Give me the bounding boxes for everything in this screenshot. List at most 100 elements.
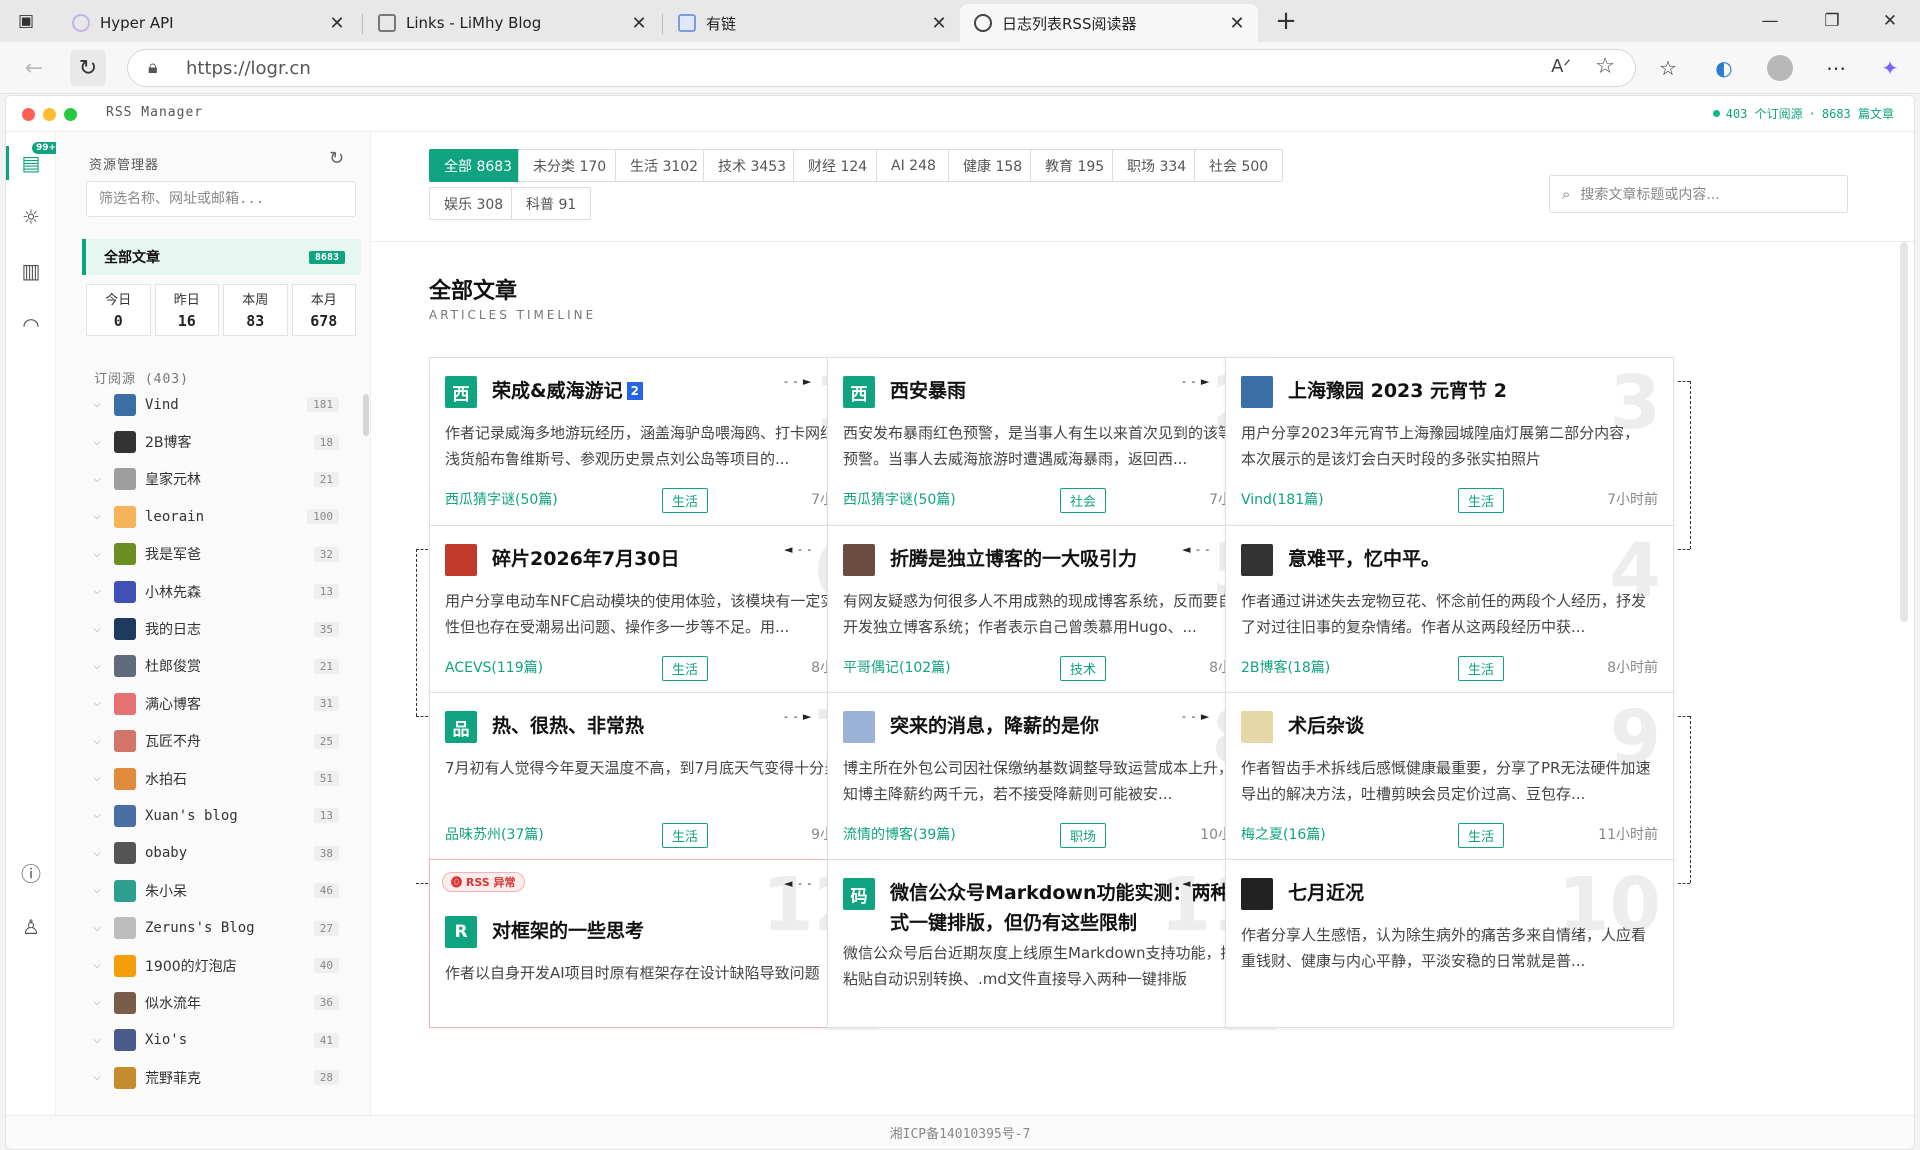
edge-icon[interactable]: ◐ <box>1708 52 1740 84</box>
category-tab[interactable]: AI 248 <box>876 149 951 182</box>
category-tab[interactable]: 未分类 170 <box>518 149 622 182</box>
category-tab[interactable]: 娱乐 308 <box>429 187 519 220</box>
feed-item[interactable]: ⌵ 我是军爸 32 <box>86 536 341 573</box>
close-tab-icon[interactable]: ✕ <box>930 13 948 34</box>
feed-item[interactable]: ⌵ 皇家元林 21 <box>86 461 341 498</box>
minimize-dot[interactable] <box>43 108 56 121</box>
chevron-down-icon[interactable]: ⌵ <box>86 736 108 747</box>
chevron-down-icon[interactable]: ⌵ <box>86 698 108 709</box>
category-tab[interactable]: 财经 124 <box>793 149 883 182</box>
filter-input[interactable] <box>86 181 356 217</box>
article-source[interactable]: 流情的博客(39篇) <box>843 824 956 844</box>
feed-item[interactable]: ⌵ 1900的灯泡店 40 <box>86 947 341 984</box>
feed-item[interactable]: ⌵ 荒野菲克 28 <box>86 1059 341 1096</box>
chevron-down-icon[interactable]: ⌵ <box>86 997 108 1008</box>
article-title[interactable]: 意难平，忆中平。 <box>1288 544 1653 574</box>
category-tab[interactable]: 职场 334 <box>1112 149 1202 182</box>
reload-icon[interactable]: ↻ <box>70 50 106 86</box>
article-title[interactable]: 上海豫园 2023 元宵节 2 <box>1288 376 1653 406</box>
chevron-down-icon[interactable]: ⌵ <box>86 624 108 635</box>
article-tag[interactable]: 职场 <box>1060 823 1107 848</box>
close-tab-icon[interactable]: ✕ <box>328 13 346 34</box>
chevron-down-icon[interactable]: ⌵ <box>86 885 108 896</box>
sidebar-toggle-icon[interactable]: ▣ <box>0 0 52 42</box>
feed-item[interactable]: ⌵ 瓦匠不舟 25 <box>86 723 341 760</box>
tab-links-limhy[interactable]: Links - LiMhy Blog ✕ <box>364 4 660 42</box>
article-tag[interactable]: 生活 <box>662 823 709 848</box>
stat-yesterday[interactable]: 昨日 16 <box>154 284 219 336</box>
article-tag[interactable]: 生活 <box>662 656 709 681</box>
back-icon[interactable]: ← <box>16 50 52 86</box>
chevron-down-icon[interactable]: ⌵ <box>86 511 108 522</box>
article-title[interactable]: 术后杂谈 <box>1288 711 1653 741</box>
address-bar[interactable]: 🔒︎ https://logr.cn Aᐟ ☆ <box>127 49 1636 87</box>
stat-week[interactable]: 本周 83 <box>223 284 288 336</box>
article-source[interactable]: 2B博客(18篇) <box>1241 657 1330 677</box>
read-aloud-icon[interactable]: Aᐟ <box>1551 56 1571 77</box>
article-source[interactable]: 梅之夏(16篇) <box>1241 824 1326 844</box>
category-tab[interactable]: 教育 195 <box>1030 149 1120 182</box>
feed-item[interactable]: ⌵ leorain 100 <box>86 498 341 535</box>
refresh-icon[interactable]: ↻ <box>329 148 344 169</box>
article-card[interactable]: 10 七月近况 作者分享人生感悟，认为除生病外的痛苦多来自情绪，人应看重钱财、健康与… <box>1225 859 1674 1028</box>
close-tab-icon[interactable]: ✕ <box>630 13 648 34</box>
article-card[interactable]: 4 意难平，忆中平。 作者通过讲述失去宠物豆花、怀念前任的两段个人经历，抒发了对过往… <box>1225 525 1674 694</box>
feed-item[interactable]: ⌵ 我的日志 35 <box>86 610 341 647</box>
article-title[interactable]: 对框架的一些思考 <box>492 916 857 946</box>
zoom-dot[interactable] <box>64 108 77 121</box>
chevron-down-icon[interactable]: ⌵ <box>86 810 108 821</box>
search-input[interactable]: ⌕ 搜索文章标题或内容... <box>1549 175 1848 213</box>
feed-item[interactable]: ⌵ 小林先森 13 <box>86 573 341 610</box>
maximize-icon[interactable]: ❐ <box>1802 0 1862 42</box>
article-title[interactable]: 七月近况 <box>1288 878 1653 908</box>
sun-icon[interactable]: ☼ <box>16 202 46 232</box>
new-tab-button[interactable]: + <box>1258 0 1314 42</box>
chevron-down-icon[interactable]: ⌵ <box>86 586 108 597</box>
article-source[interactable]: 西瓜猜字谜(50篇) <box>843 489 956 509</box>
article-source[interactable]: 品味苏州(37篇) <box>445 824 544 844</box>
rss-icon[interactable]: ◠ <box>16 310 46 340</box>
tab-hyper-api[interactable]: Hyper API ✕ <box>58 4 358 42</box>
category-tab[interactable]: 健康 158 <box>948 149 1038 182</box>
category-tab[interactable]: 社会 500 <box>1194 149 1284 182</box>
feed-item[interactable]: ⌵ Xio's 41 <box>86 1022 341 1059</box>
feed-item[interactable]: ⌵ Xuan's blog 13 <box>86 797 341 834</box>
chevron-down-icon[interactable]: ⌵ <box>86 1072 108 1083</box>
feed-item[interactable]: ⌵ Vind 181 <box>86 386 341 423</box>
article-source[interactable]: Vind(181篇) <box>1241 489 1324 509</box>
feed-item[interactable]: ⌵ 朱小呆 46 <box>86 872 341 909</box>
main-scrollbar[interactable] <box>1900 242 1908 622</box>
chevron-down-icon[interactable]: ⌵ <box>86 399 108 410</box>
close-window-icon[interactable]: ✕ <box>1860 0 1920 42</box>
article-tag[interactable]: 生活 <box>1458 488 1505 513</box>
stat-today[interactable]: 今日 0 <box>86 284 151 336</box>
category-tab[interactable]: 技术 3453 <box>703 149 802 182</box>
article-tag[interactable]: 生活 <box>1458 656 1505 681</box>
close-tab-icon[interactable]: ✕ <box>1228 13 1246 34</box>
category-tab[interactable]: 科普 91 <box>511 187 592 220</box>
chevron-down-icon[interactable]: ⌵ <box>86 474 108 485</box>
info-icon[interactable]: ⓘ <box>16 857 46 887</box>
chevron-down-icon[interactable]: ⌵ <box>86 848 108 859</box>
article-source[interactable]: ACEVS(119篇) <box>445 657 543 677</box>
chevron-down-icon[interactable]: ⌵ <box>86 1035 108 1046</box>
article-tag[interactable]: 生活 <box>1458 823 1505 848</box>
feed-item[interactable]: ⌵ 杜郎俊赏 21 <box>86 648 341 685</box>
copilot-icon[interactable]: ✦ <box>1874 52 1906 84</box>
minimize-icon[interactable]: — <box>1740 0 1800 42</box>
article-tag[interactable]: 生活 <box>662 488 709 513</box>
article-card[interactable]: 9 术后杂谈 作者智齿手术拆线后感慨健康最重要，分享了PR无法硬件加速导出的解决方法… <box>1225 692 1674 861</box>
panel-scrollbar[interactable] <box>363 394 369 436</box>
feed-item[interactable]: ⌵ 2B博客 18 <box>86 423 341 460</box>
chevron-down-icon[interactable]: ⌵ <box>86 773 108 784</box>
category-tab[interactable]: 生活 3102 <box>615 149 714 182</box>
article-tag[interactable]: 社会 <box>1060 488 1107 513</box>
chart-icon[interactable]: ▥ <box>16 256 46 286</box>
tab-youlian[interactable]: 有链 ✕ <box>664 4 960 42</box>
tab-rss-reader[interactable]: 日志列表RSS阅读器 ✕ <box>960 4 1258 42</box>
feed-item[interactable]: ⌵ 满心博客 31 <box>86 685 341 722</box>
article-source[interactable]: 西瓜猜字谜(50篇) <box>445 489 558 509</box>
article-tag[interactable]: 技术 <box>1060 656 1107 681</box>
avatar[interactable] <box>1764 52 1796 84</box>
favorite-star-icon[interactable]: ☆ <box>1595 54 1615 79</box>
